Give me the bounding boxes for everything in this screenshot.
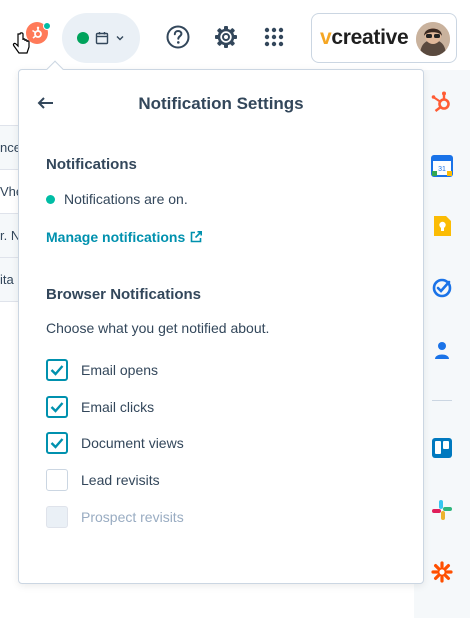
table-row: r. N — [0, 214, 18, 258]
option-label: Document views — [81, 435, 184, 451]
prospect-revisits-checkbox — [46, 506, 68, 528]
availability-status-button[interactable] — [62, 13, 140, 63]
google-calendar-icon[interactable]: 31 — [430, 154, 454, 178]
avatar — [416, 22, 450, 56]
table-row: nce — [0, 126, 18, 170]
lead-revisits-checkbox[interactable] — [46, 469, 68, 491]
account-menu-button[interactable]: vcreative — [311, 13, 457, 63]
option-lead-revisits[interactable]: Lead revisits — [46, 469, 160, 491]
hubspot-extension-button[interactable] — [12, 22, 52, 62]
checkmark-icon — [50, 402, 64, 413]
apps-grid-button[interactable] — [260, 23, 288, 51]
option-email-clicks[interactable]: Email clicks — [46, 396, 154, 418]
browser-notifications-heading: Browser Notifications — [46, 286, 202, 303]
online-status-icon — [77, 32, 89, 44]
background-table-fragment: nce Vhe r. N ita — [0, 125, 18, 302]
notification-settings-popover: Notification Settings Notifications Noti… — [18, 60, 424, 584]
apps-grid-icon — [264, 27, 284, 47]
svg-text:31: 31 — [438, 166, 446, 173]
zapier-icon[interactable] — [430, 560, 454, 584]
status-indicator-dot — [43, 22, 51, 30]
document-views-checkbox[interactable] — [46, 432, 68, 454]
email-opens-checkbox[interactable] — [46, 359, 68, 381]
table-row: ita — [0, 258, 18, 302]
notification-status-text: Notifications are on. — [64, 191, 188, 207]
option-document-views[interactable]: Document views — [46, 432, 184, 454]
option-email-opens[interactable]: Email opens — [46, 359, 158, 381]
browser-notifications-description: Choose what you get notified about. — [46, 320, 270, 336]
status-dot-icon — [46, 194, 55, 204]
popover-title: Notification Settings — [138, 94, 304, 113]
settings-button[interactable] — [212, 23, 240, 51]
option-label: Email opens — [81, 362, 159, 378]
tasks-check-icon[interactable] — [430, 276, 454, 300]
notification-status: Notifications are on. — [46, 191, 188, 207]
option-label: Prospect revisits — [81, 509, 184, 525]
help-icon — [166, 25, 190, 49]
help-button[interactable] — [164, 23, 192, 51]
option-label: Email clicks — [81, 399, 155, 415]
external-link-icon — [190, 230, 203, 243]
google-keep-icon[interactable] — [430, 214, 454, 238]
hubspot-sprocket-icon[interactable] — [430, 90, 454, 114]
sidebar-divider — [432, 400, 452, 401]
gear-icon — [215, 26, 237, 48]
top-navigation-bar: vcreative — [0, 0, 470, 70]
calendar-icon — [95, 32, 109, 45]
email-clicks-checkbox[interactable] — [46, 396, 68, 418]
option-label: Lead revisits — [81, 472, 160, 488]
table-row: Vhe — [0, 170, 18, 214]
checkmark-icon — [50, 438, 64, 449]
manage-notifications-link[interactable]: Manage notifications — [46, 229, 203, 245]
slack-icon[interactable] — [430, 498, 454, 522]
chevron-down-icon — [116, 36, 124, 41]
brand-logo: vcreative — [320, 26, 409, 49]
checkmark-icon — [50, 365, 64, 376]
contacts-icon[interactable] — [430, 338, 454, 362]
trello-icon[interactable] — [430, 436, 454, 460]
notifications-heading: Notifications — [46, 156, 137, 173]
option-prospect-revisits: Prospect revisits — [46, 506, 184, 528]
manage-notifications-label: Manage notifications — [46, 229, 186, 245]
